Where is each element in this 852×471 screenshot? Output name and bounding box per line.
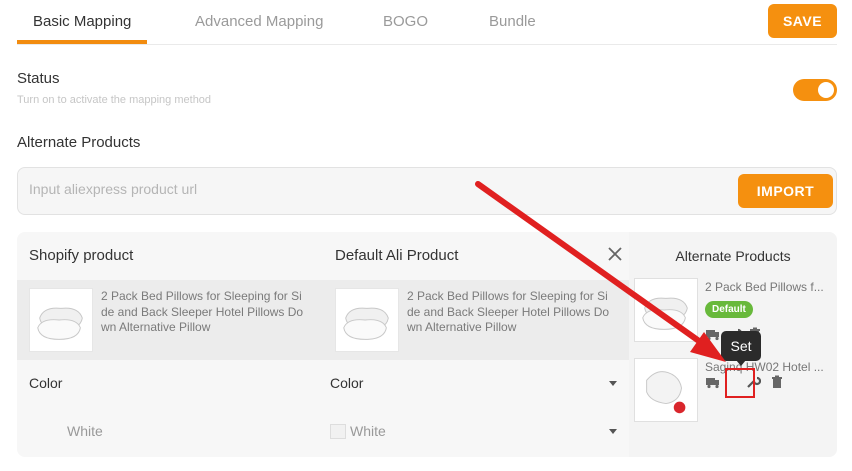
chevron-down-icon[interactable] — [609, 381, 617, 386]
product-row: 2 Pack Bed Pillows for Sleeping for Si d… — [17, 280, 629, 360]
tab-bogo[interactable]: BOGO — [383, 13, 428, 30]
aliexpress-url-input[interactable] — [29, 181, 709, 197]
truck-icon[interactable] — [705, 374, 721, 390]
variant-thumbnail — [330, 424, 346, 439]
save-button[interactable]: SAVE — [768, 4, 837, 38]
mapping-panel: Shopify product Default Ali Product 2 Pa… — [17, 232, 837, 457]
option-name-shopify: Color — [29, 375, 63, 391]
status-toggle[interactable] — [793, 79, 837, 101]
shopify-product-header: Shopify product — [29, 247, 134, 264]
default-product-image — [335, 288, 399, 352]
default-ali-product-header: Default Ali Product — [335, 247, 459, 264]
truck-icon[interactable] — [705, 326, 721, 342]
annotation-highlight-box — [725, 368, 755, 398]
close-icon[interactable] — [605, 244, 625, 264]
option-value-select[interactable]: White — [350, 423, 386, 439]
import-button[interactable]: IMPORT — [738, 174, 833, 208]
mapping-table: Shopify product Default Ali Product 2 Pa… — [17, 232, 629, 457]
tab-bar: Basic Mapping Advanced Mapping BOGO Bund… — [17, 0, 837, 45]
default-product-name: 2 Pack Bed Pillows for Sleeping for Si d… — [407, 289, 610, 334]
alternate-item-name: Saginq HW02 Hotel ... — [705, 360, 824, 374]
alternate-item-image — [634, 358, 698, 422]
set-tooltip: Set — [721, 331, 761, 361]
option-name-select[interactable]: Color — [330, 375, 363, 391]
url-input-box: IMPORT — [17, 167, 837, 215]
tab-advanced-mapping[interactable]: Advanced Mapping — [195, 13, 323, 30]
tab-basic-mapping[interactable]: Basic Mapping — [33, 13, 131, 30]
shopify-product-image — [29, 288, 93, 352]
alternate-item-name: 2 Pack Bed Pillows f... — [705, 280, 824, 294]
toggle-knob — [818, 82, 834, 98]
tab-bundle[interactable]: Bundle — [489, 13, 536, 30]
alternate-products-title: Alternate Products — [17, 134, 141, 151]
shopify-product-name: 2 Pack Bed Pillows for Sleeping for Si d… — [101, 289, 304, 334]
trash-icon[interactable] — [769, 374, 785, 390]
status-subtitle: Turn on to activate the mapping method — [17, 94, 212, 106]
chevron-down-icon[interactable] — [609, 429, 617, 434]
default-badge: Default — [705, 301, 753, 318]
tooltip-arrow — [736, 360, 746, 366]
active-tab-indicator — [17, 40, 147, 44]
option-value-shopify: White — [67, 423, 103, 439]
alternate-item-image — [634, 278, 698, 342]
status-title: Status — [17, 70, 60, 87]
alternate-panel-title: Alternate Products — [675, 248, 791, 264]
